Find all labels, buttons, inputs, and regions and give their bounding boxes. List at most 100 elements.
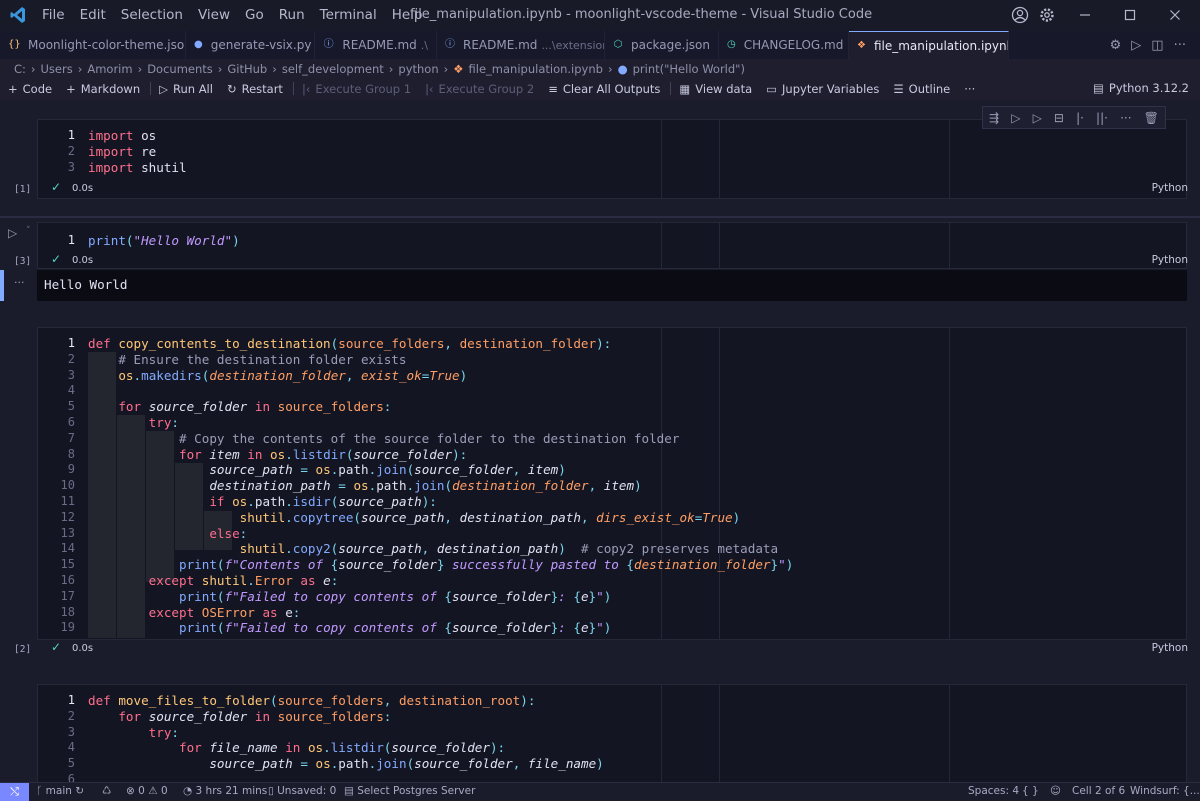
jupyter-variables-button[interactable]: ▭ Jupyter Variables [766,82,879,96]
more-actions-icon[interactable]: ··· [1174,38,1186,53]
minimize-icon[interactable] [1076,6,1094,24]
delete-icon[interactable]: 🗑 [1144,111,1159,125]
branch-indicator[interactable]: ᚴ main ↻ [36,785,84,797]
feedback-icon[interactable]: ☺ [1050,785,1061,797]
execute-group-icon: |‹ [425,81,434,96]
kernel-picker[interactable]: ▤ Python 3.12.2 [1093,81,1189,95]
menu-selection[interactable]: Selection [121,7,183,23]
windsurf-status[interactable]: Windsurf: {...} [1130,785,1200,797]
run-cell-icon[interactable]: ▷ [8,226,17,240]
database-icon: ▤ [344,785,354,797]
outline-button[interactable]: ☰ Outline [893,82,950,96]
menu-run[interactable]: Run [279,7,305,23]
tab-label: package.json [630,38,710,52]
tab-moonlight-color-theme[interactable]: {} Moonlight-color-theme.json [0,31,186,59]
tab-readme-extension[interactable]: ⓘ README.md ...\extension [437,31,605,59]
breadcrumb-item[interactable]: Users [41,62,73,76]
menu-go[interactable]: Go [245,7,264,23]
settings-gear-icon[interactable] [1038,6,1056,24]
tab-readme-root[interactable]: ⓘ README.md .\ [315,31,437,59]
maximize-icon[interactable] [1121,6,1139,24]
add-code-cell-button[interactable]: + Code [8,82,52,96]
code-cell[interactable]: 1 2 3 4 5 6 7 8 9 10 11 12 13 14 15 16 17 18 19 def copy_c… [37,327,1187,640]
session-timer[interactable]: ◔ 3 hrs 21 mins [183,785,267,797]
divider [150,82,152,95]
menu-view[interactable]: View [198,7,230,23]
postgres-selector[interactable]: ▤ Select Postgres Server [344,785,475,797]
warning-count: 0 [160,785,168,797]
chevron-right-icon: › [272,61,277,76]
execution-count: [1] [14,184,32,195]
editor-tabs: {} Moonlight-color-theme.json ● generate-v… [0,31,1200,59]
unsaved-indicator[interactable]: ▯ Unsaved: 0 [268,785,336,797]
move-cell-icon[interactable]: |· [1076,111,1084,125]
breadcrumb-item[interactable]: C: [14,62,26,76]
clear-all-outputs-button[interactable]: ≡ Clear All Outputs [548,82,660,96]
execute-group-icon: |‹ [301,81,311,96]
tab-label: file_manipulation.ipynb [873,38,1009,53]
warning-icon: ⚠ [148,785,158,797]
run-all-button[interactable]: ▷ Run All [159,82,213,96]
notebook-settings-icon[interactable]: ⚙ [1110,38,1122,53]
accounts-icon[interactable]: ♺ [102,785,111,797]
tab-file-manipulation[interactable]: ❖file_manipulation.ipynb✕ [849,31,1009,59]
breadcrumb-item[interactable]: file_manipulation.ipynb [469,62,603,76]
menu-file[interactable]: File [42,7,65,23]
more-toolbar-button[interactable]: ··· [964,82,975,96]
chevron-right-icon: › [137,61,143,76]
breadcrumb-item[interactable]: Documents [147,62,213,76]
more-icon[interactable]: ··· [1120,111,1131,125]
indentation-indicator[interactable]: Spaces: 4 [968,785,1019,797]
execute-group-2-button[interactable]: |‹ Execute Group 2 [425,82,534,96]
error-count: 0 [138,785,145,797]
breadcrumb-item[interactable]: Amorim [87,62,132,76]
sync-icon[interactable]: ↻ [75,785,84,797]
cell-language[interactable]: Python [1152,182,1188,194]
view-data-button[interactable]: ▦ View data [679,82,752,96]
add-markdown-cell-button[interactable]: + Markdown [66,82,140,96]
json-icon: {} [8,39,21,50]
problems-indicator[interactable]: ⊗ 0 ⚠ 0 [126,785,168,797]
cell-position[interactable]: Cell 2 of 6 [1072,785,1125,797]
code-cell[interactable]: 123456 def move_files_to_folder(source_f… [37,684,1187,782]
tab-generate-vsix[interactable]: ● generate-vsix.py [186,31,315,59]
cell-status-bar: [3] ✓ 0.0s Python [0,252,1190,272]
language-mode-braces[interactable]: { } [1022,785,1039,797]
info-icon: ⓘ [323,39,334,50]
breadcrumb-item[interactable]: python [398,62,438,76]
timer-text: 3 hrs 21 mins [195,785,268,797]
output-text: Hello World [44,277,128,292]
restart-button[interactable]: ↻ Restart [227,82,283,96]
cell-language[interactable]: Python [1152,254,1188,266]
code-editor[interactable]: 123456 def move_files_to_folder(source_f… [38,693,1138,782]
chevron-down-icon[interactable]: ˅ [26,226,31,236]
split-editor-icon[interactable]: ◫ [1151,38,1163,53]
cell-toolbar: ⇶ ▷ ▷ ⊟ |· ||· ··· 🗑 [982,106,1166,129]
run-by-line-icon[interactable]: ⇶ [989,111,999,125]
account-icon[interactable] [1011,6,1029,24]
tab-changelog[interactable]: ◷ CHANGELOG.md [719,31,849,59]
breadcrumb-item[interactable]: GitHub [227,62,267,76]
breadcrumb-item[interactable]: self_development [282,62,384,76]
join-cell-icon[interactable]: ||· [1096,111,1108,125]
code-editor[interactable]: 1 2 3 4 5 6 7 8 9 10 11 12 13 14 15 16 17 18 19 def copy_c… [38,336,1138,635]
remote-indicator-icon[interactable]: ⤭ [0,783,29,801]
close-icon[interactable] [1166,6,1184,24]
execute-group-1-button[interactable]: |‹ Execute Group 1 [302,82,411,96]
menu-edit[interactable]: Edit [80,7,106,23]
kernel-label: Python 3.12.2 [1108,81,1189,95]
notebook-toolbar: + Code + Markdown ▷ Run All ↻ Restart |‹ Exec… [0,78,1200,99]
info-icon: ⓘ [445,39,455,50]
split-cell-icon[interactable]: ⊟ [1054,111,1064,125]
cell-language[interactable]: Python [1152,642,1188,654]
run-icon[interactable]: ▷ [1131,38,1141,53]
menu-terminal[interactable]: Terminal [320,7,377,23]
breadcrumb-item[interactable]: print("Hello World") [633,62,745,76]
execution-count: [3] [14,256,32,267]
restart-label: Restart [241,81,283,96]
tab-package-json[interactable]: ⬡ package.json [605,31,719,59]
output-more-icon[interactable]: ··· [14,276,25,289]
python-icon: ● [194,39,203,50]
run-below-icon[interactable]: ▷ [1033,111,1042,125]
run-above-icon[interactable]: ▷ [1011,111,1020,125]
